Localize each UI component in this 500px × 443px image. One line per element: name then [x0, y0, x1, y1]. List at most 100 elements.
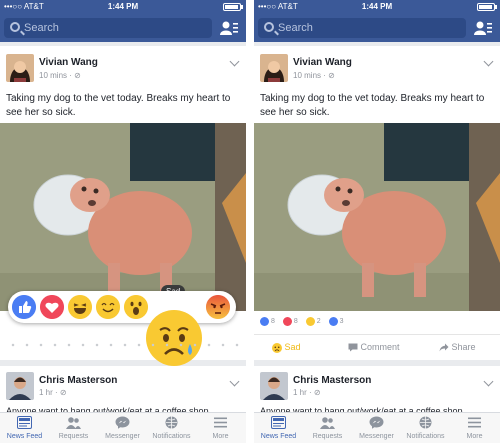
requests-icon: [320, 417, 335, 429]
avatar[interactable]: [6, 54, 34, 82]
more-icon: [214, 417, 227, 428]
friend-requests-icon[interactable]: [474, 19, 492, 37]
status-bar: •••○○ AT&T 1:44 PM: [254, 0, 500, 14]
battery-icon: [477, 3, 495, 11]
friend-requests-icon[interactable]: [220, 19, 238, 37]
battery-tip: [241, 5, 243, 9]
post-author[interactable]: Vivian Wang: [39, 57, 98, 68]
tab-label: Requests: [312, 433, 343, 440]
messenger-icon: [115, 416, 130, 429]
tab-news-feed[interactable]: News Feed: [0, 413, 49, 443]
post-meta: 10 mins · ⊘: [39, 71, 81, 80]
notifications-icon: [419, 416, 432, 429]
haha-icon[interactable]: [68, 295, 92, 319]
tab-more[interactable]: More: [450, 413, 499, 443]
share-icon: [439, 343, 449, 352]
comment-icon: [328, 317, 338, 326]
yay-icon[interactable]: [96, 295, 120, 319]
tab-notifications[interactable]: Notifications: [147, 413, 196, 443]
comment-button[interactable]: Comment: [348, 342, 400, 352]
post-photo[interactable]: [0, 123, 246, 311]
sad-icon: [272, 342, 282, 353]
tab-requests[interactable]: Requests: [303, 413, 352, 443]
angry-icon[interactable]: [206, 295, 230, 319]
tab-label: More: [212, 433, 229, 440]
messenger-icon: [369, 416, 384, 429]
post-meta: 1 hr · ⊘: [39, 388, 67, 397]
news-feed-icon: [271, 416, 286, 429]
post-meta: 10 mins · ⊘: [293, 71, 335, 80]
sad-reaction-button[interactable]: Sad: [272, 342, 301, 353]
clock: 1:44 PM: [361, 2, 393, 11]
tab-news-feed[interactable]: News Feed: [254, 413, 303, 443]
post-text: Taking my dog to the vet today. Breaks m…: [6, 93, 231, 118]
love-count: 8: [293, 318, 298, 325]
notifications-icon: [165, 416, 178, 429]
reaction-summary[interactable]: 8 8 2 3: [260, 317, 349, 326]
search-input[interactable]: Search: [4, 18, 212, 38]
post-options-chevron-icon[interactable]: [229, 56, 240, 67]
tab-bar: News Feed Requests Messenger Notificatio…: [254, 412, 500, 443]
news-feed-icon: [17, 416, 32, 429]
post-author[interactable]: Vivian Wang: [293, 57, 352, 68]
tab-label: Requests: [58, 433, 89, 440]
phone-screen-reacted: •••○○ AT&T 1:44 PM Search Vivian Wang 10…: [254, 0, 500, 443]
post-card: Vivian Wang 10 mins · ⊘ Taking my dog to…: [254, 46, 500, 360]
post-card: Vivian Wang 10 mins · ⊘ Taking my dog to…: [0, 46, 246, 366]
avatar[interactable]: [260, 54, 288, 82]
tab-label: More: [466, 433, 483, 440]
search-icon: [264, 22, 274, 32]
avatar[interactable]: [260, 372, 288, 400]
next-post-card: Chris Masterson 1 hr · ⊘ Anyone want to …: [0, 366, 246, 416]
tab-more[interactable]: More: [196, 413, 245, 443]
post-text: Taking my dog to the vet today. Breaks m…: [260, 93, 485, 118]
share-button-label: Share: [451, 342, 476, 352]
tab-messenger[interactable]: Messenger: [352, 413, 401, 443]
comment-count: 3: [339, 318, 344, 325]
next-post-card: Chris Masterson 1 hr · ⊘ Anyone want to …: [254, 366, 500, 416]
battery-icon: [223, 3, 241, 11]
like-icon[interactable]: [12, 295, 36, 319]
wow-icon[interactable]: [124, 295, 148, 319]
tab-label: Messenger: [105, 433, 140, 440]
tab-label: Messenger: [359, 433, 394, 440]
post-meta: 1 hr · ⊘: [293, 388, 321, 397]
post-author[interactable]: Chris Masterson: [39, 375, 117, 386]
tab-label: Notifications: [406, 433, 445, 440]
tab-notifications[interactable]: Notifications: [401, 413, 450, 443]
post-photo[interactable]: [254, 123, 500, 311]
sad-icon[interactable]: [146, 310, 202, 366]
reaction-bar-divider: [6, 343, 240, 347]
tab-messenger[interactable]: Messenger: [98, 413, 147, 443]
post-actions: Sad Comment Share: [254, 334, 500, 360]
tab-label: Notifications: [152, 433, 191, 440]
like-icon: [260, 317, 269, 326]
tab-label: News Feed: [260, 433, 297, 440]
avatar[interactable]: [6, 372, 34, 400]
post-options-chevron-icon[interactable]: [229, 376, 240, 387]
comment-icon: [348, 343, 358, 352]
love-icon: [282, 317, 292, 326]
sad-icon: [305, 317, 315, 326]
comment-button-label: Comment: [360, 342, 400, 352]
battery-tip: [495, 5, 497, 9]
search-placeholder: Search: [24, 22, 59, 34]
post-options-chevron-icon[interactable]: [483, 56, 494, 67]
requests-icon: [66, 417, 81, 429]
more-icon: [468, 417, 481, 428]
love-icon[interactable]: [40, 295, 64, 319]
tab-label: News Feed: [6, 433, 43, 440]
share-button[interactable]: Share: [439, 342, 476, 352]
tab-requests[interactable]: Requests: [49, 413, 98, 443]
phone-screen-reacting: •••○○ AT&T 1:44 PM Search Vivian Wang 10…: [0, 0, 246, 443]
search-placeholder: Search: [278, 22, 313, 34]
like-count: 8: [271, 318, 275, 325]
post-options-chevron-icon[interactable]: [483, 376, 494, 387]
search-bar: Search: [0, 14, 246, 42]
search-input[interactable]: Search: [258, 18, 466, 38]
post-author[interactable]: Chris Masterson: [293, 375, 371, 386]
sad-button-label: Sad: [284, 342, 301, 352]
search-bar: Search: [254, 14, 500, 42]
search-icon: [10, 22, 20, 32]
tab-bar: News Feed Requests Messenger Notificatio…: [0, 412, 246, 443]
